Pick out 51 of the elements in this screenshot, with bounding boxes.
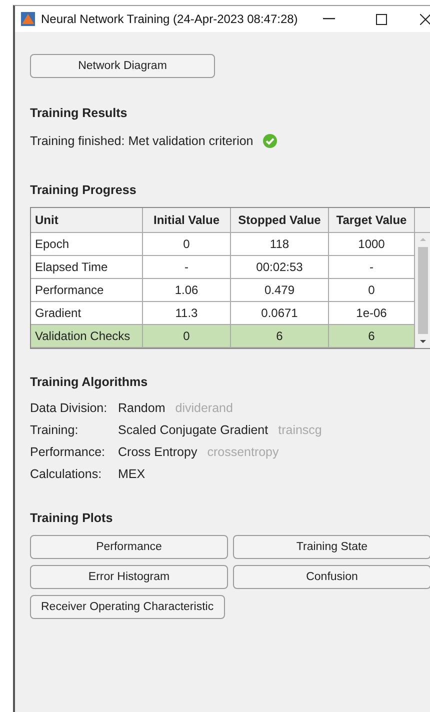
section-heading: Training Plots: [30, 511, 114, 525]
table-cell: Gradient: [31, 302, 143, 325]
section-heading: Training Results: [30, 106, 128, 120]
table-cell: 1.06: [143, 279, 231, 302]
table-cell: Elapsed Time: [31, 256, 143, 279]
maximize-icon[interactable]: [376, 14, 386, 24]
plot-button[interactable]: Performance: [30, 535, 228, 559]
table-cell: 6: [329, 325, 415, 348]
minimize-icon[interactable]: [323, 18, 335, 20]
algorithm-value: Random: [118, 401, 166, 415]
algorithm-label: Training:: [30, 423, 80, 437]
algorithm-value: Cross Entropy: [118, 445, 198, 459]
table-cell: Validation Checks: [31, 325, 143, 348]
app-logo-icon: [21, 12, 35, 26]
plot-button[interactable]: Receiver Operating Characteristic: [30, 595, 225, 619]
table-cell: 0.0671: [231, 302, 329, 325]
section-heading: Training Algorithms: [30, 375, 149, 389]
algorithm-label: Performance:: [30, 445, 106, 459]
algorithm-label: Calculations:: [30, 467, 103, 481]
table-cell: 1000: [329, 233, 415, 256]
function-name: trainscg: [278, 423, 322, 437]
table-cell: 118: [231, 233, 329, 256]
column-header: Initial Value: [143, 208, 231, 233]
plot-button[interactable]: Error Histogram: [30, 565, 228, 589]
window-title: Neural Network Training (24-Apr-2023 08:47:28): [41, 12, 299, 26]
table-cell: Epoch: [31, 233, 143, 256]
table-cell: 0.479: [231, 279, 329, 302]
column-header: Unit: [31, 208, 143, 233]
column-header: Stopped Value: [231, 208, 329, 233]
function-name: dividerand: [175, 401, 233, 415]
table-cell: 6: [231, 325, 329, 348]
table-cell: 0: [143, 325, 231, 348]
table-cell: 1e-06: [329, 302, 415, 325]
table-cell: Performance: [31, 279, 143, 302]
algorithm-label: Data Division:: [30, 401, 108, 415]
plot-button[interactable]: Training State: [233, 535, 430, 559]
table-cell: 0: [143, 233, 231, 256]
close-icon[interactable]: [420, 14, 430, 24]
table-cell: -: [329, 256, 415, 279]
table-cell: 00:02:53: [231, 256, 329, 279]
network-diagram-button[interactable]: Network Diagram: [30, 54, 215, 78]
table-cell: -: [143, 256, 231, 279]
algorithm-value: Scaled Conjugate Gradient: [118, 423, 268, 437]
section-heading: Training Progress: [30, 183, 138, 197]
status-text: Training finished: Met validation criterion: [30, 134, 254, 148]
function-name: crossentropy: [207, 445, 279, 459]
column-header: Target Value: [329, 208, 415, 233]
algorithm-value: MEX: [118, 467, 146, 481]
table-cell: 11.3: [143, 302, 231, 325]
plot-button[interactable]: Confusion: [233, 565, 430, 589]
table-cell: 0: [329, 279, 415, 302]
